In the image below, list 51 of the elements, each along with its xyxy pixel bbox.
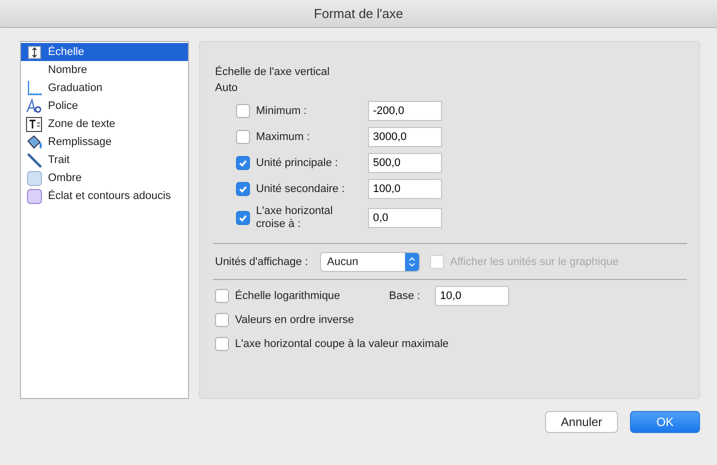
field-label: Unité principale : <box>256 156 339 170</box>
checkbox[interactable] <box>236 182 250 196</box>
glow-icon <box>26 188 42 204</box>
checkbox[interactable] <box>215 313 229 327</box>
checkbox[interactable] <box>236 211 250 225</box>
paint-bucket-icon <box>26 134 42 150</box>
auto-label: Auto <box>215 82 239 94</box>
axis-icon <box>26 80 42 96</box>
field-label: Unités d'affichage : <box>215 256 308 268</box>
sidebar-item[interactable]: Éclat et contours adoucis <box>21 187 188 205</box>
checkmark-icon <box>238 184 248 194</box>
line-icon <box>26 152 42 168</box>
sidebar-item[interactable]: Trait <box>21 151 188 169</box>
checkbox[interactable] <box>215 289 229 303</box>
field-label: Base : <box>389 290 422 302</box>
sidebar-item[interactable]: Police <box>21 97 188 115</box>
sidebar-item[interactable]: Zone de texte <box>21 115 188 133</box>
field-label: Unité secondaire : <box>256 182 346 196</box>
input-field[interactable]: 3000,0 <box>368 127 442 147</box>
checkbox-label: Afficher les unités sur le graphique <box>450 256 619 268</box>
checkbox-label: L'axe horizontal coupe à la valeur maximale <box>235 338 449 350</box>
checkbox[interactable] <box>236 104 250 118</box>
sidebar-item[interactable]: Échelle <box>21 43 188 61</box>
window-title: Format de l'axe <box>314 6 404 21</box>
input-field[interactable]: 500,0 <box>368 153 442 173</box>
field-label: L'axe horizontal croise à : <box>256 205 334 231</box>
checkmark-icon <box>238 213 248 223</box>
input-field[interactable]: 0,0 <box>368 208 442 228</box>
cancel-button[interactable]: Annuler <box>545 411 618 433</box>
field-label: Minimum : <box>256 104 308 118</box>
checkbox-label: Valeurs en ordre inverse <box>235 314 354 326</box>
sidebar-item[interactable]: Remplissage <box>21 133 188 151</box>
input-field[interactable]: 10,0 <box>435 286 509 306</box>
sidebar-item[interactable]: Nombre <box>21 61 188 79</box>
checkmark-icon <box>238 158 248 168</box>
stepper-icon <box>405 253 420 271</box>
checkbox[interactable] <box>215 337 229 351</box>
field-label: Maximum : <box>256 130 311 144</box>
scale-icon <box>28 46 40 58</box>
checkbox-label: Échelle logarithmique <box>235 290 342 302</box>
shadow-icon <box>26 170 42 186</box>
checkbox[interactable] <box>236 130 250 144</box>
font-icon <box>26 98 42 114</box>
sidebar-item[interactable]: Graduation <box>21 79 188 97</box>
units-dropdown[interactable]: Aucun <box>320 252 420 272</box>
sidebar-item[interactable]: Ombre <box>21 169 188 187</box>
section-heading: Échelle de l'axe vertical <box>215 66 331 78</box>
input-field[interactable]: 100,0 <box>368 179 442 199</box>
input-field[interactable]: -200,0 <box>368 101 442 121</box>
text-box-icon <box>26 116 42 132</box>
checkbox[interactable] <box>236 156 250 170</box>
